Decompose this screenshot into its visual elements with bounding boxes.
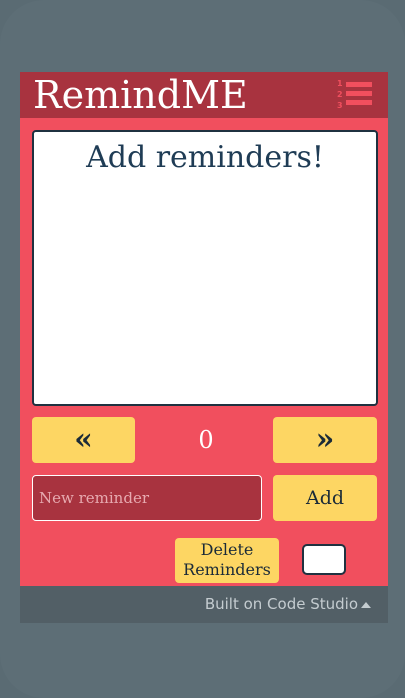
footer-bar[interactable]: Built on Code Studio	[20, 586, 388, 623]
checkbox-toggle[interactable]	[302, 544, 346, 575]
add-button[interactable]: Add	[273, 475, 377, 521]
reminder-counter: 0	[198, 426, 214, 454]
svg-text:3: 3	[337, 101, 343, 110]
footer-label[interactable]: Built on Code Studio	[205, 595, 358, 613]
previous-button[interactable]: «	[32, 417, 135, 463]
app-screen: RemindME 1 2 3 Add reminders! « 0 » Add …	[20, 72, 388, 586]
caret-up-icon[interactable]	[361, 602, 371, 608]
svg-text:1: 1	[337, 79, 343, 88]
numbered-list-icon[interactable]: 1 2 3	[336, 77, 372, 111]
reminder-display: Add reminders!	[32, 130, 378, 406]
new-reminder-input[interactable]	[32, 475, 262, 521]
next-button[interactable]: »	[273, 417, 377, 463]
app-title: RemindME	[33, 73, 248, 117]
app-header: RemindME 1 2 3	[20, 72, 388, 118]
delete-reminders-button[interactable]: Delete Reminders	[175, 538, 279, 583]
reminder-text: Add reminders!	[86, 140, 324, 175]
svg-text:2: 2	[337, 90, 343, 99]
